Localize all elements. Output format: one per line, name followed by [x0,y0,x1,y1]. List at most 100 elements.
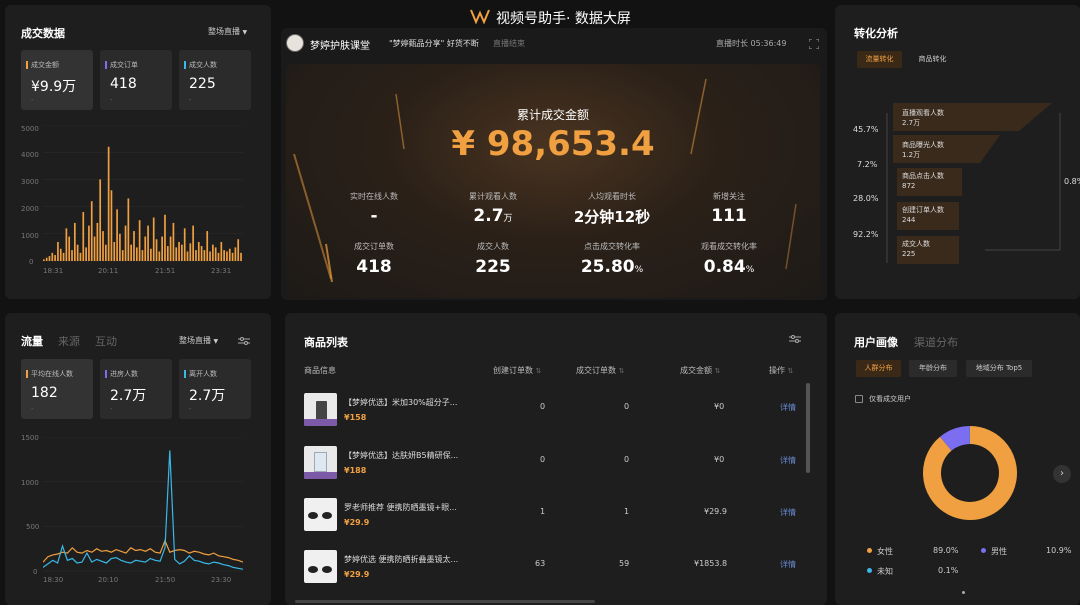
stat-buyers: 225 [475,257,511,277]
traffic-filter[interactable]: 整场直播 ▼ [179,335,218,346]
product-table-body: 【梦婷优选】米加30%超分子... ¥158 0 0 ¥0 详情 【梦婷优选】达… [304,393,804,603]
product-name[interactable]: 梦婷优选 便携防晒折叠墨镜太... [344,554,458,565]
paid-orders: 1 [624,507,630,516]
bar [231,252,234,261]
sort-icon: ⇅ [535,367,542,375]
tab-traffic[interactable]: 流量 [21,333,43,349]
y-tick: 1000 [21,479,39,487]
x-tick: 23:31 [211,267,232,275]
tab-channel-distribution[interactable]: 渠道分布 [914,334,958,350]
detail-link[interactable]: 详情 [780,507,796,518]
bar [54,255,56,261]
bar [48,256,51,261]
fullscreen-icon[interactable] [809,39,819,49]
table-header: 商品信息 创建订单数 ⇅ 成交订单数 ⇅ 成交金额 ⇅ 操作 ⇅ [304,365,804,379]
bar [96,222,99,261]
metric-card-left[interactable]: 离开人数 2.7万 - [179,359,251,419]
bar [102,231,104,261]
metric-card-buyers[interactable]: 成交人数 225 - [179,50,251,110]
metric-card-amount[interactable]: 成交金额 ¥9.9万 - [21,50,93,110]
donut-slice [940,426,971,451]
vertical-scrollbar[interactable] [806,383,810,473]
color-marker [26,61,28,69]
y-tick: 1500 [21,434,39,442]
product-image [316,401,327,421]
product-thumbnail [304,498,337,531]
bar [90,201,93,261]
bar [206,231,209,261]
bar [172,222,175,261]
series-line [43,450,243,570]
chip-age-distribution[interactable]: 年龄分布 [909,360,957,377]
x-tick: 18:31 [43,267,64,275]
tab-interaction[interactable]: 互动 [95,333,117,349]
products-panel: 商品列表 商品信息 创建订单数 ⇅ 成交订单数 ⇅ 成交金额 ⇅ 操作 ⇅ 【梦… [285,313,827,605]
legend-unknown: 未知 [867,566,893,577]
bar [51,252,54,261]
bar [85,247,87,261]
amount: ¥0 [714,455,725,464]
bar [183,228,186,261]
donut-slice [923,426,1017,520]
legend-male: 男性 [981,546,1007,557]
checkbox[interactable] [855,395,863,403]
horizontal-scrollbar[interactable] [295,600,595,603]
stat-click-conv: 25.80% [580,257,644,277]
amount: ¥1853.8 [694,559,728,568]
table-row: 罗老师推荐 便携防晒墨镜+眼... ¥29.9 1 1 ¥29.9 详情 [304,498,804,550]
stat-watch-time: 2分钟12秒 [573,208,651,226]
header-paid-orders[interactable]: 成交订单数 ⇅ [576,365,624,376]
avatar [286,34,304,52]
stat-label: 成交人数 [477,242,509,251]
product-name[interactable]: 【梦婷优选】达肤妍B5精研保... [344,450,458,461]
product-thumbnail [304,393,337,426]
pagination-dot[interactable] [962,591,965,594]
next-arrow-button[interactable]: › [1053,465,1071,483]
x-tick: 20:11 [98,267,119,275]
y-tick: 2000 [21,205,39,213]
settings-sliders-icon[interactable] [238,336,250,346]
tab-source[interactable]: 来源 [58,333,80,349]
product-price: ¥158 [344,413,367,422]
product-name[interactable]: 罗老师推荐 便携防晒墨镜+眼... [344,502,457,513]
created-orders: 0 [540,402,546,411]
total-label: 累计成交金额 [516,108,589,122]
stat-label: 成交订单数 [354,242,394,251]
live-duration: 直播时长 05:36:49 [716,39,787,48]
stat-label: 新增关注 [713,192,745,201]
bar [138,220,141,261]
chip-crowd-distribution[interactable]: 人群分布 [856,360,901,377]
product-name[interactable]: 【梦婷优选】米加30%超分子... [344,397,457,408]
product-image [304,419,337,426]
product-thumbnail [304,446,337,479]
detail-link[interactable]: 详情 [780,402,796,413]
header-amount[interactable]: 成交金额 ⇅ [680,365,720,376]
tab-user-profile[interactable]: 用户画像 [854,334,898,350]
metric-card-entered[interactable]: 进房人数 2.7万 - [100,359,172,419]
table-row: 【梦婷优选】达肤妍B5精研保... ¥188 0 0 ¥0 详情 [304,446,804,498]
metric-card-avg-online[interactable]: 平均在线人数 182 - [21,359,93,419]
bar [155,239,158,261]
product-image [322,566,332,573]
bar [228,248,231,261]
sales-filter[interactable]: 整场直播 ▼ [208,26,247,37]
product-price: ¥29.9 [344,570,370,579]
color-marker [26,370,28,378]
detail-link[interactable]: 详情 [780,559,796,570]
detail-link[interactable]: 详情 [780,455,796,466]
paid-orders: 0 [624,402,630,411]
conversion-panel: 转化分析 流量转化 商品转化 45.7% 7.2% 28.0% 92.2% 直播… [835,5,1080,299]
sales-panel: 成交数据 整场直播 ▼ 成交金额 ¥9.9万 - 成交订单 418 - 成交人数… [5,5,271,299]
x-tick: 21:50 [155,576,176,584]
y-tick: 3000 [21,178,39,186]
created-orders: 63 [535,559,546,568]
bar [144,236,147,261]
bar [175,247,178,261]
metric-card-orders[interactable]: 成交订单 418 - [100,50,172,110]
color-marker [184,61,186,69]
settings-sliders-icon[interactable] [789,334,801,344]
bar [113,241,116,261]
chip-region-distribution[interactable]: 地域分布 Top5 [966,360,1032,377]
stat-label: 累计观看人数 [469,192,517,201]
header-created-orders[interactable]: 创建订单数 ⇅ [493,365,541,376]
